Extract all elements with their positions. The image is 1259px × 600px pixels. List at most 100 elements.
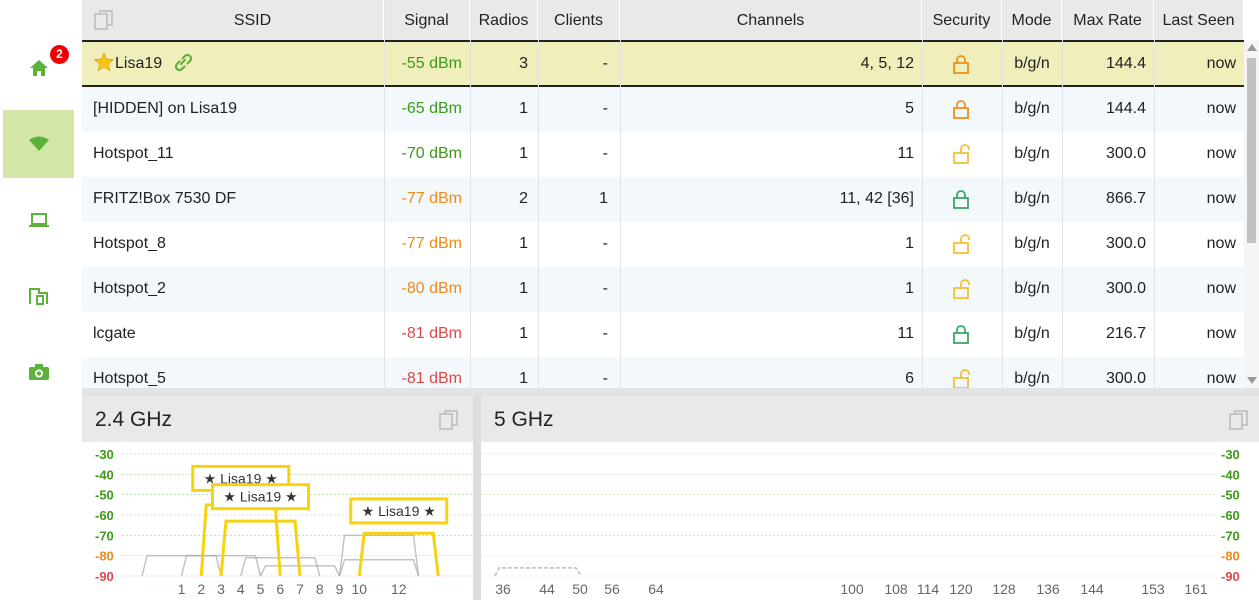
last-seen-text: now (1206, 280, 1236, 297)
scroll-down-icon[interactable] (1247, 377, 1257, 384)
table-row[interactable]: Hotspot_2 -80 dBm 1 - 1 b/g/n 300.0 now (82, 267, 1244, 312)
scroll-up-icon[interactable] (1247, 44, 1257, 51)
y-tick-label: -30 (95, 447, 114, 462)
panel-5ghz-header: 5 GHz (481, 396, 1259, 442)
y-tick-label: -90 (1221, 569, 1240, 584)
cell-security (922, 357, 1002, 388)
panel-5ghz-title: 5 GHz (494, 408, 554, 431)
header-clients[interactable]: Clients (538, 0, 620, 40)
nav-buildings[interactable] (3, 262, 74, 330)
cell-last-seen: now (1154, 222, 1236, 267)
cell-security (922, 87, 1002, 132)
star-icon[interactable] (93, 51, 115, 72)
cell-radios: 1 (470, 357, 528, 388)
network-curve-highlighted[interactable] (219, 519, 302, 577)
cell-channels: 11, 42 [36] (620, 177, 914, 222)
x-tick-label: 128 (992, 581, 1016, 597)
table-row[interactable]: FRITZ!Box 7530 DF -77 dBm 2 1 11, 42 [36] b/g… (82, 177, 1244, 222)
clients-text: - (602, 235, 608, 252)
panel-divider (82, 388, 1259, 396)
channels-text: 5 (905, 100, 914, 117)
signal-text: -81 dBm (401, 370, 462, 387)
nav-camera[interactable] (3, 338, 74, 406)
lock-closed-icon (952, 183, 972, 227)
header-ssid[interactable]: SSID (122, 0, 384, 40)
table-row[interactable]: Lisa19 -55 dBm 3 - 4, 5, 12 b/g/n 144.4 now (82, 42, 1244, 87)
x-tick-label: 2 (197, 581, 205, 597)
channels-text: 6 (905, 370, 914, 387)
clients-text: - (602, 325, 608, 342)
nav-laptop[interactable] (3, 186, 74, 254)
copy-icon[interactable] (1229, 410, 1249, 434)
lock-closed-icon (952, 93, 972, 137)
cell-channels: 11 (620, 132, 914, 177)
mode-text: b/g/n (1014, 55, 1050, 72)
x-tick-label: 7 (296, 581, 304, 597)
cell-signal: -70 dBm (384, 132, 462, 177)
laptop-icon (28, 213, 49, 227)
header-radios[interactable]: Radios (470, 0, 538, 40)
cell-ssid: Lisa19 (93, 42, 383, 87)
cell-channels: 1 (620, 267, 914, 312)
copy-icon[interactable] (94, 10, 114, 34)
cell-channels: 6 (620, 357, 914, 388)
table-row[interactable]: Hotspot_5 -81 dBm 1 - 6 b/g/n 300.0 now (82, 357, 1244, 388)
cell-ssid: lcgate (93, 312, 383, 357)
last-seen-text: now (1206, 55, 1236, 72)
x-tick-label: 136 (1036, 581, 1060, 597)
network-label: ★ Lisa19 ★ (223, 489, 297, 505)
header-channels[interactable]: Channels (620, 0, 922, 40)
max-rate-text: 300.0 (1105, 370, 1146, 387)
cell-max-rate: 866.7 (1062, 177, 1146, 222)
building-icon (28, 288, 48, 305)
clients-text: - (602, 55, 608, 72)
cell-clients: 1 (538, 177, 608, 222)
channels-text: 11 (897, 145, 914, 162)
radios-text: 1 (519, 100, 528, 117)
table-row[interactable]: lcgate -81 dBm 1 - 11 b/g/n 216.7 now (82, 312, 1244, 357)
table-row[interactable]: Hotspot_8 -77 dBm 1 - 1 b/g/n 300.0 now (82, 222, 1244, 267)
ssid-text: Lisa19 (115, 55, 163, 72)
header-mode[interactable]: Mode (1002, 0, 1062, 40)
panel-separator (473, 396, 481, 600)
nav-home[interactable]: 2 (3, 34, 74, 102)
mode-text: b/g/n (1014, 145, 1050, 162)
cell-channels: 1 (620, 222, 914, 267)
scroll-thumb[interactable] (1247, 58, 1256, 243)
x-tick-label: 1 (178, 581, 186, 597)
x-tick-label: 5 (257, 581, 265, 597)
cell-max-rate: 300.0 (1062, 132, 1146, 177)
cell-mode: b/g/n (1002, 267, 1062, 312)
header-last-seen[interactable]: Last Seen (1154, 0, 1244, 40)
cell-max-rate: 144.4 (1062, 42, 1146, 87)
mode-text: b/g/n (1014, 370, 1050, 387)
nav-wifi[interactable] (3, 110, 74, 178)
cell-radios: 1 (470, 132, 528, 177)
ssid-text: Hotspot_8 (93, 235, 166, 252)
y-tick-label: -60 (95, 508, 114, 523)
cell-radios: 1 (470, 267, 528, 312)
x-tick-label: 36 (495, 581, 511, 597)
panel-2-4ghz-title: 2.4 GHz (95, 408, 173, 431)
panel-5ghz: 5 GHz -30 -40 -50 -60 -70 -80 -90 36 44 50 56 64 100… (481, 396, 1259, 600)
x-tick-label: 153 (1141, 581, 1165, 597)
copy-icon[interactable] (439, 410, 459, 434)
cell-last-seen: now (1154, 132, 1236, 177)
cell-radios: 2 (470, 177, 528, 222)
network-curve-highlighted[interactable] (357, 531, 440, 577)
table-scrollbar[interactable] (1244, 40, 1259, 388)
link-icon[interactable] (172, 53, 194, 72)
table-row[interactable]: [HIDDEN] on Lisa19 -65 dBm 1 - 5 b/g/n 144.4 no… (82, 87, 1244, 132)
network-curve[interactable] (494, 567, 582, 577)
last-seen-text: now (1206, 190, 1236, 207)
table-row[interactable]: Hotspot_11 -70 dBm 1 - 11 b/g/n 300.0 now (82, 132, 1244, 177)
header-signal[interactable]: Signal (384, 0, 470, 40)
header-max-rate[interactable]: Max Rate (1062, 0, 1154, 40)
network-curve[interactable] (338, 558, 420, 577)
header-security[interactable]: Security (922, 0, 1002, 40)
cell-channels: 4, 5, 12 (620, 42, 914, 87)
clients-text: - (602, 100, 608, 117)
cell-clients: - (538, 222, 608, 267)
cell-ssid: [HIDDEN] on Lisa19 (93, 87, 383, 132)
radios-text: 1 (519, 145, 528, 162)
